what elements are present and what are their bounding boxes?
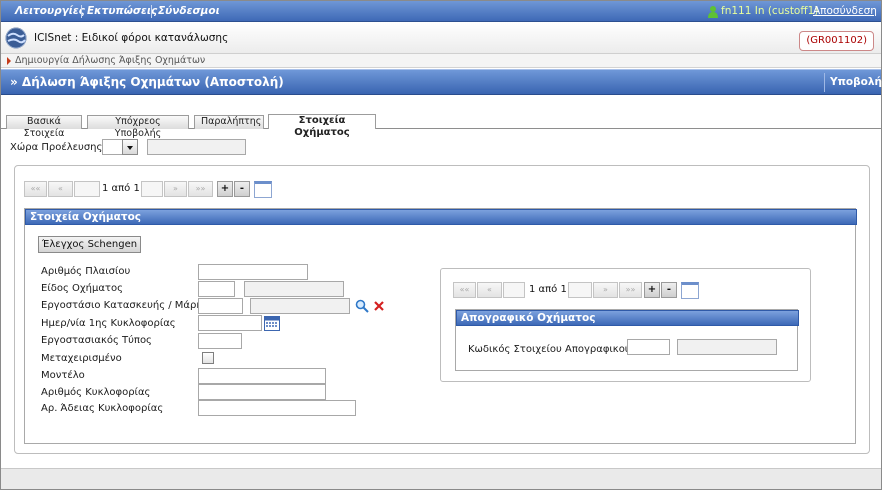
- tab-basic-info[interactable]: Βασικά Στοιχεία: [6, 115, 82, 139]
- inventory-pager: «« « 1 από 1 » »» + -: [453, 282, 703, 299]
- pager-page-box: [141, 181, 163, 197]
- pager-first-button[interactable]: ««: [453, 282, 476, 298]
- breadcrumb-arrow-icon: [7, 57, 11, 65]
- page-title: » Δήλωση Άφιξης Οχημάτων (Αποστολή): [10, 75, 284, 89]
- logout-link[interactable]: Αποσύνδεση: [813, 1, 877, 22]
- inventory-code-name: [677, 339, 777, 355]
- vehicle-type-select[interactable]: [198, 281, 235, 297]
- chevron-down-icon[interactable]: [122, 139, 138, 155]
- first-registration-input[interactable]: [198, 315, 262, 331]
- breadcrumb-text[interactable]: Δημιουργία Δήλωσης Άφιξης Οχημάτων: [15, 55, 205, 66]
- pager-page-input[interactable]: [503, 282, 525, 298]
- office-code-badge: (GR001102): [799, 31, 874, 51]
- plate-number-label: Αριθμός Κυκλοφορίας: [41, 387, 151, 398]
- pager-page-text: 1 από 1: [102, 183, 140, 194]
- model-label: Μοντέλο: [41, 370, 85, 381]
- magnifier-icon[interactable]: [355, 299, 369, 313]
- status-footer: [1, 468, 881, 489]
- inventory-code-select[interactable]: [627, 339, 670, 355]
- pager-page-input[interactable]: [74, 181, 100, 197]
- used-checkbox[interactable]: [202, 352, 214, 364]
- origin-country-name: [147, 139, 246, 155]
- plate-number-input[interactable]: [198, 384, 326, 400]
- vehicle-section-header: Στοιχεία Οχήματος: [25, 209, 857, 225]
- menu-functions[interactable]: Λειτουργίες: [15, 1, 85, 22]
- chassis-input[interactable]: [198, 264, 308, 280]
- logged-user: fn111 In (custoff1): [721, 5, 819, 17]
- menu-separator: [81, 5, 82, 18]
- main-menu-bar: Λειτουργίες Εκτυπώσεις Σύνδεσμοι fn111 I…: [1, 1, 881, 22]
- inventory-code-label: Κωδικός Στοιχείου Απογραφικού: [468, 344, 631, 355]
- chassis-label: Αριθμός Πλαισίου: [41, 266, 131, 277]
- vehicle-type-label: Είδος Οχήματος: [41, 283, 123, 294]
- menu-printouts[interactable]: Εκτυπώσεις: [87, 1, 157, 22]
- user-icon: [708, 6, 718, 18]
- menu-links[interactable]: Σύνδεσμοι: [158, 1, 220, 22]
- globe-logo-icon: [5, 27, 27, 49]
- schengen-check-button[interactable]: Έλεγχος Schengen: [38, 236, 141, 253]
- inventory-section-header: Απογραφικό Οχήματος: [456, 310, 799, 326]
- add-record-button[interactable]: +: [644, 282, 660, 298]
- pager-last-button[interactable]: »»: [619, 282, 642, 298]
- pager-first-button[interactable]: ««: [24, 181, 47, 197]
- vehicle-type-name: [244, 281, 344, 297]
- breadcrumb: Δημιουργία Δήλωσης Άφιξης Οχημάτων: [1, 54, 881, 68]
- used-label: Μεταχειρισμένο: [41, 353, 122, 364]
- license-number-input[interactable]: [198, 400, 356, 416]
- submit-button[interactable]: Υποβολή: [830, 70, 882, 95]
- origin-country-label: Χώρα Προέλευσης: [10, 142, 103, 153]
- red-x-icon[interactable]: [373, 300, 385, 312]
- tab-recipient[interactable]: Παραλήπτης: [194, 115, 264, 129]
- pager-last-button[interactable]: »»: [188, 181, 213, 197]
- window-view-icon[interactable]: [681, 282, 699, 299]
- factory-type-label: Εργοστασιακός Τύπος: [41, 335, 152, 346]
- remove-record-button[interactable]: -: [661, 282, 677, 298]
- tab-vehicle-details[interactable]: Στοιχεία Οχήματος: [268, 114, 376, 138]
- calendar-icon[interactable]: [264, 315, 280, 331]
- add-record-button[interactable]: +: [217, 181, 233, 197]
- origin-country-select[interactable]: [102, 139, 138, 155]
- menu-separator: [151, 5, 152, 18]
- pager-page-box: [568, 282, 592, 298]
- factory-type-input[interactable]: [198, 333, 242, 349]
- window-view-icon[interactable]: [254, 181, 272, 198]
- manufacturer-label: Εργοστάσιο Κατασκευής / Μάρκα: [41, 300, 209, 311]
- pager-prev-button[interactable]: «: [48, 181, 73, 197]
- manufacturer-name: [250, 298, 350, 314]
- license-number-label: Αρ. Άδειας Κυκλοφορίας: [41, 403, 164, 414]
- toolbar-separator: [824, 73, 825, 92]
- vehicles-pager: «« « 1 από 1 » »» + -: [24, 181, 274, 198]
- pager-next-button[interactable]: »: [593, 282, 618, 298]
- app-title: ICISnet : Ειδικοί φόροι κατανάλωσης: [34, 32, 229, 44]
- remove-record-button[interactable]: -: [234, 181, 250, 197]
- pager-next-button[interactable]: »: [164, 181, 187, 197]
- model-input[interactable]: [198, 368, 326, 384]
- page-title-bar: » Δήλωση Άφιξης Οχημάτων (Αποστολή) Υποβ…: [1, 69, 882, 95]
- pager-page-text: 1 από 1: [529, 284, 567, 295]
- app-header: ICISnet : Ειδικοί φόροι κατανάλωσης (GR0…: [1, 22, 881, 54]
- pager-prev-button[interactable]: «: [477, 282, 502, 298]
- manufacturer-code-input[interactable]: [198, 298, 243, 314]
- tab-submitter[interactable]: Υπόχρεος Υποβολής: [87, 115, 189, 139]
- first-registration-label: Ημερ/νία 1ης Κυκλοφορίας: [41, 318, 176, 329]
